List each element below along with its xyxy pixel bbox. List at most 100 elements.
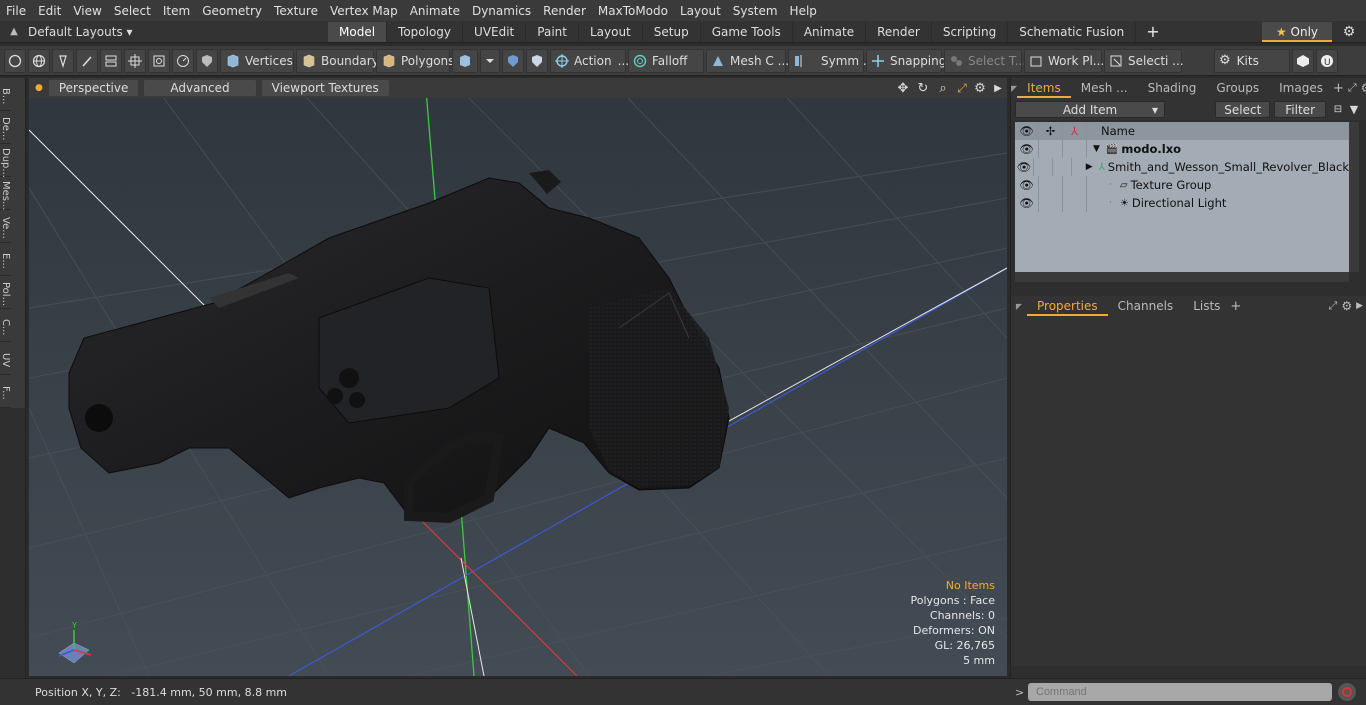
zoom-view-icon[interactable]: ⌕ xyxy=(933,81,953,96)
left-tab-basic[interactable]: B... xyxy=(0,78,11,111)
layout-tab-render[interactable]: Render xyxy=(866,21,932,42)
tab-channels[interactable]: Channels xyxy=(1108,296,1184,316)
menu-help[interactable]: Help xyxy=(784,4,823,18)
shield-check-icon[interactable] xyxy=(526,48,548,73)
gear-icon[interactable]: ⚙ xyxy=(1332,24,1366,40)
tab-shading[interactable]: Shading xyxy=(1138,78,1207,98)
tab-mesh[interactable]: Mesh ... xyxy=(1071,78,1138,98)
symmetry-button[interactable]: Symm ... xyxy=(788,48,874,73)
layout-tab-animate[interactable]: Animate xyxy=(793,21,867,42)
expand-triangle-icon[interactable]: ▼ xyxy=(1093,144,1100,154)
mesh-constraint-button[interactable]: Mesh C ... xyxy=(706,48,789,73)
tab-groups[interactable]: Groups xyxy=(1206,78,1269,98)
layout-tab-topology[interactable]: Topology xyxy=(387,21,464,42)
polygons-button[interactable]: Polygons xyxy=(376,48,454,73)
left-tab-deform[interactable]: De... xyxy=(0,111,11,144)
props-expand-icon[interactable]: ⤢ xyxy=(1329,299,1338,313)
layout-tab-uvedit[interactable]: UVEdit xyxy=(463,21,527,42)
menu-render[interactable]: Render xyxy=(537,4,592,18)
tab-items[interactable]: Items xyxy=(1017,78,1071,98)
layout-tab-paint[interactable]: Paint xyxy=(526,21,579,42)
menu-texture[interactable]: Texture xyxy=(268,4,324,18)
falloff-button[interactable]: Falloff xyxy=(628,48,704,73)
menu-edit[interactable]: Edit xyxy=(32,4,67,18)
rotate-view-icon[interactable]: ↻ xyxy=(913,81,933,96)
eye-icon[interactable]: 👁 xyxy=(1015,158,1034,176)
layout-menu-icon[interactable]: ▲ xyxy=(0,26,28,37)
viewport-textures-button[interactable]: Viewport Textures xyxy=(261,80,389,96)
type-header-icon[interactable]: ⅄ xyxy=(1063,122,1087,140)
props-add-tab-icon[interactable]: + xyxy=(1230,299,1241,314)
add-layout-tab-icon[interactable]: + xyxy=(1136,22,1169,41)
left-tab-duplicate[interactable]: Dup... xyxy=(0,144,11,178)
list-item[interactable]: 👁 ▼ 🎬 modo.lxo xyxy=(1015,140,1349,158)
item-list-scrollbar[interactable] xyxy=(1349,122,1359,272)
eye-icon[interactable]: 👁 xyxy=(1015,194,1039,212)
advanced-button[interactable]: Advanced xyxy=(144,80,256,96)
kits-button[interactable]: ⚙ Kits xyxy=(1214,48,1290,73)
menu-item[interactable]: Item xyxy=(157,4,196,18)
only-toggle[interactable]: ★ Only xyxy=(1262,21,1332,42)
layout-tab-schematic-fusion[interactable]: Schematic Fusion xyxy=(1008,21,1137,42)
left-tab-mesh-edit[interactable]: Mes... xyxy=(0,177,11,211)
viewport-dot-icon[interactable]: ● xyxy=(35,83,43,93)
unreal-icon[interactable]: U xyxy=(1316,48,1338,73)
eye-icon[interactable]: 👁 xyxy=(1015,176,1039,194)
left-tab-polygon[interactable]: Pol... xyxy=(0,276,11,309)
snapping-button[interactable]: Snapping xyxy=(866,48,946,73)
layout-tab-game-tools[interactable]: Game Tools xyxy=(701,21,793,42)
panel-gear-icon[interactable]: ⚙ xyxy=(1361,81,1366,95)
viewport-gear-icon[interactable]: ⚙ xyxy=(971,81,989,96)
filter-funnel-icon[interactable]: ▼ xyxy=(1346,103,1362,116)
props-gear-icon[interactable]: ⚙ xyxy=(1341,299,1352,313)
menu-dynamics[interactable]: Dynamics xyxy=(466,4,537,18)
pen-icon[interactable] xyxy=(52,48,74,73)
layout-tab-model[interactable]: Model xyxy=(328,21,388,42)
globe-icon[interactable] xyxy=(28,48,50,73)
menu-layout[interactable]: Layout xyxy=(674,4,727,18)
filter-button[interactable]: Filter xyxy=(1274,100,1326,118)
item-mode-icon[interactable] xyxy=(452,48,478,73)
menu-animate[interactable]: Animate xyxy=(404,4,466,18)
eye-icon[interactable]: 👁 xyxy=(1015,140,1039,158)
props-grip-icon[interactable]: ◤ xyxy=(1011,302,1027,311)
panel-expand-icon[interactable]: ⤢ xyxy=(1348,81,1357,95)
select-through-button[interactable]: Select T... xyxy=(944,48,1026,73)
left-tab-fusion[interactable]: F... xyxy=(0,375,11,408)
chevron-down-icon[interactable] xyxy=(480,48,500,73)
align-icon[interactable] xyxy=(100,48,122,73)
item-list-hscroll[interactable] xyxy=(1015,272,1349,282)
select-button[interactable]: Select xyxy=(1215,100,1271,118)
menu-view[interactable]: View xyxy=(67,4,107,18)
perspective-button[interactable]: Perspective xyxy=(48,80,139,96)
menu-geometry[interactable]: Geometry xyxy=(196,4,268,18)
layout-tab-scripting[interactable]: Scripting xyxy=(932,21,1009,42)
boundary-button[interactable]: Boundary xyxy=(296,48,379,73)
left-tab-edge[interactable]: E... xyxy=(0,243,11,276)
props-arrow-icon[interactable]: ▶ xyxy=(1356,301,1363,311)
left-tab-curve[interactable]: C... xyxy=(0,309,11,342)
maximize-view-icon[interactable]: ⤢ xyxy=(953,81,971,96)
transform-icon[interactable] xyxy=(124,48,146,73)
collapse-icon[interactable]: ⊟ xyxy=(1330,104,1346,115)
move-view-icon[interactable]: ✥ xyxy=(893,81,913,96)
list-item[interactable]: 👁 ▶ ⅄ Smith_and_Wesson_Small_Revolver_Bl… xyxy=(1015,158,1349,176)
menu-file[interactable]: File xyxy=(0,4,32,18)
tab-images[interactable]: Images xyxy=(1269,78,1333,98)
visibility-header-icon[interactable]: 👁 xyxy=(1015,122,1039,140)
unity-icon[interactable] xyxy=(1292,48,1314,73)
tab-lists[interactable]: Lists xyxy=(1183,296,1230,316)
timer-icon[interactable] xyxy=(172,48,194,73)
selection-sets-button[interactable]: Selecti ... xyxy=(1104,48,1184,73)
list-item[interactable]: 👁 · ▱ Texture Group xyxy=(1015,176,1349,194)
layout-selector[interactable]: Default Layouts ▾ xyxy=(28,25,328,39)
left-tab-vertex[interactable]: Ve... xyxy=(0,210,11,243)
lock-header-icon[interactable]: ✢ xyxy=(1039,122,1063,140)
layout-tab-layout[interactable]: Layout xyxy=(579,21,643,42)
expand-triangle-icon[interactable]: ▶ xyxy=(1086,162,1093,172)
command-input[interactable] xyxy=(1028,683,1332,701)
layout-tab-setup[interactable]: Setup xyxy=(643,21,701,42)
add-item-button[interactable]: Add Item ▾ xyxy=(1015,100,1165,118)
menu-vertex-map[interactable]: Vertex Map xyxy=(324,4,404,18)
3d-viewport[interactable]: Y No Items Polygons : Face Channels: 0 D… xyxy=(29,78,1007,676)
